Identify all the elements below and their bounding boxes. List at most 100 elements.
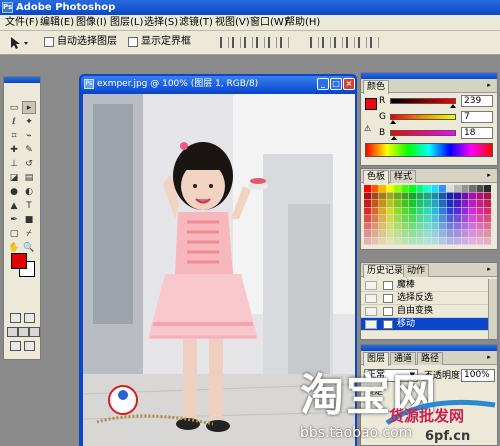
tab-swatches[interactable]: 色板 <box>363 170 390 184</box>
swatch-cell[interactable] <box>439 207 446 215</box>
swatch-cell[interactable] <box>469 222 476 230</box>
swatch-cell[interactable] <box>461 185 469 192</box>
swatch-cell[interactable] <box>424 207 431 215</box>
swatch-cell[interactable] <box>454 207 461 215</box>
swatch-cell[interactable] <box>446 200 454 207</box>
swatch-cell[interactable] <box>394 192 401 200</box>
swatch-cell[interactable] <box>446 207 454 215</box>
swatch-cell[interactable] <box>446 192 454 200</box>
crop-tool-icon[interactable]: ⌗ <box>7 130 21 143</box>
swatch-cell[interactable] <box>446 222 454 230</box>
g-slider[interactable] <box>390 114 456 120</box>
swatch-cell[interactable] <box>484 222 491 230</box>
swatch-cell[interactable] <box>401 207 409 215</box>
history-item-2[interactable]: 自由变换 <box>361 305 489 318</box>
swatch-cell[interactable] <box>454 192 461 200</box>
swatch-cell[interactable] <box>476 237 484 245</box>
jump-to-imageready-icon[interactable] <box>10 341 21 351</box>
swatch-cell[interactable] <box>364 207 371 215</box>
swatch-cell[interactable] <box>416 237 424 245</box>
tab-layers[interactable]: 图层 <box>363 352 390 366</box>
swatch-cell[interactable] <box>484 207 491 215</box>
tab-color[interactable]: 颜色 <box>363 80 390 94</box>
swatch-cell[interactable] <box>409 237 416 245</box>
swatch-cell[interactable] <box>416 230 424 237</box>
swatch-cell[interactable] <box>469 200 476 207</box>
lasso-tool-icon[interactable]: ℓ <box>7 116 21 129</box>
clone-stamp-icon[interactable]: ⊥ <box>7 158 21 171</box>
swatch-cell[interactable] <box>446 237 454 245</box>
r-slider-thumb[interactable] <box>450 104 456 108</box>
swatch-cell[interactable] <box>476 222 484 230</box>
swatch-cell[interactable] <box>394 230 401 237</box>
swatch-cell[interactable] <box>371 185 379 192</box>
swatch-cell[interactable] <box>386 200 394 207</box>
swatch-cell[interactable] <box>379 237 386 245</box>
swatch-cell[interactable] <box>416 185 424 192</box>
swatch-cell[interactable] <box>386 185 394 192</box>
swatch-cell[interactable] <box>476 207 484 215</box>
tab-paths[interactable]: 路径 <box>417 352 444 365</box>
swatch-cell[interactable] <box>424 185 431 192</box>
swatch-cell[interactable] <box>401 185 409 192</box>
swatch-cell[interactable] <box>431 192 439 200</box>
swatch-cell[interactable] <box>386 192 394 200</box>
swatch-cell[interactable] <box>371 215 379 222</box>
swatch-cell[interactable] <box>424 222 431 230</box>
swatch-cell[interactable] <box>476 215 484 222</box>
swatch-cell[interactable] <box>476 200 484 207</box>
swatch-cell[interactable] <box>484 192 491 200</box>
swatch-cell[interactable] <box>454 185 461 192</box>
blur-tool-icon[interactable]: ● <box>7 186 21 199</box>
gradient-tool-icon[interactable]: ▤ <box>22 172 36 185</box>
swatch-cell[interactable] <box>386 230 394 237</box>
swatch-cell[interactable] <box>484 185 491 192</box>
edit-in-imageready-icon[interactable] <box>24 341 35 351</box>
swatch-cell[interactable] <box>364 237 371 245</box>
swatch-cell[interactable] <box>386 207 394 215</box>
swatches-grid[interactable] <box>364 185 494 249</box>
history-item-3[interactable]: 移动 <box>361 318 489 331</box>
swatch-cell[interactable] <box>461 192 469 200</box>
standard-mode-icon[interactable] <box>10 313 21 323</box>
swatch-cell[interactable] <box>469 207 476 215</box>
swatch-cell[interactable] <box>431 230 439 237</box>
swatch-cell[interactable] <box>371 192 379 200</box>
swatch-cell[interactable] <box>454 215 461 222</box>
swatch-cell[interactable] <box>371 222 379 230</box>
swatch-cell[interactable] <box>424 200 431 207</box>
swatch-cell[interactable] <box>364 200 371 207</box>
swatch-cell[interactable] <box>379 207 386 215</box>
swatch-cell[interactable] <box>424 192 431 200</box>
eyedropper-icon[interactable]: ⌿ <box>22 228 36 241</box>
swatch-cell[interactable] <box>371 200 379 207</box>
brush-tool-icon[interactable]: ✎ <box>22 144 36 157</box>
quickmask-mode-icon[interactable] <box>24 313 35 323</box>
auto-select-layer-checkbox[interactable] <box>44 37 54 47</box>
swatch-cell[interactable] <box>364 215 371 222</box>
swatch-cell[interactable] <box>476 185 484 192</box>
document-titlebar[interactable]: Ps exmper.jpg @ 100% (图层 1, RGB/8) _ □ × <box>81 76 355 92</box>
swatch-cell[interactable] <box>409 192 416 200</box>
swatch-cell[interactable] <box>416 200 424 207</box>
swatch-cell[interactable] <box>386 215 394 222</box>
tab-channels[interactable]: 通道 <box>390 352 417 365</box>
dodge-tool-icon[interactable]: ◐ <box>22 186 36 199</box>
history-item-1[interactable]: 选择反选 <box>361 292 489 305</box>
swatch-cell[interactable] <box>431 237 439 245</box>
screen-mode-standard-icon[interactable] <box>7 327 18 337</box>
swatch-cell[interactable] <box>439 192 446 200</box>
menu-image[interactable]: 图像(I) <box>73 16 110 30</box>
swatch-cell[interactable] <box>379 222 386 230</box>
swatch-cell[interactable] <box>386 237 394 245</box>
swatch-cell[interactable] <box>409 222 416 230</box>
swatch-cell[interactable] <box>431 200 439 207</box>
menu-edit[interactable]: 编辑(E) <box>37 16 77 30</box>
swatch-cell[interactable] <box>364 222 371 230</box>
swatch-cell[interactable] <box>469 237 476 245</box>
swatch-cell[interactable] <box>379 192 386 200</box>
tab-history[interactable]: 历史记录 <box>363 264 408 278</box>
swatch-cell[interactable] <box>394 200 401 207</box>
swatch-cell[interactable] <box>476 192 484 200</box>
swatch-cell[interactable] <box>401 192 409 200</box>
